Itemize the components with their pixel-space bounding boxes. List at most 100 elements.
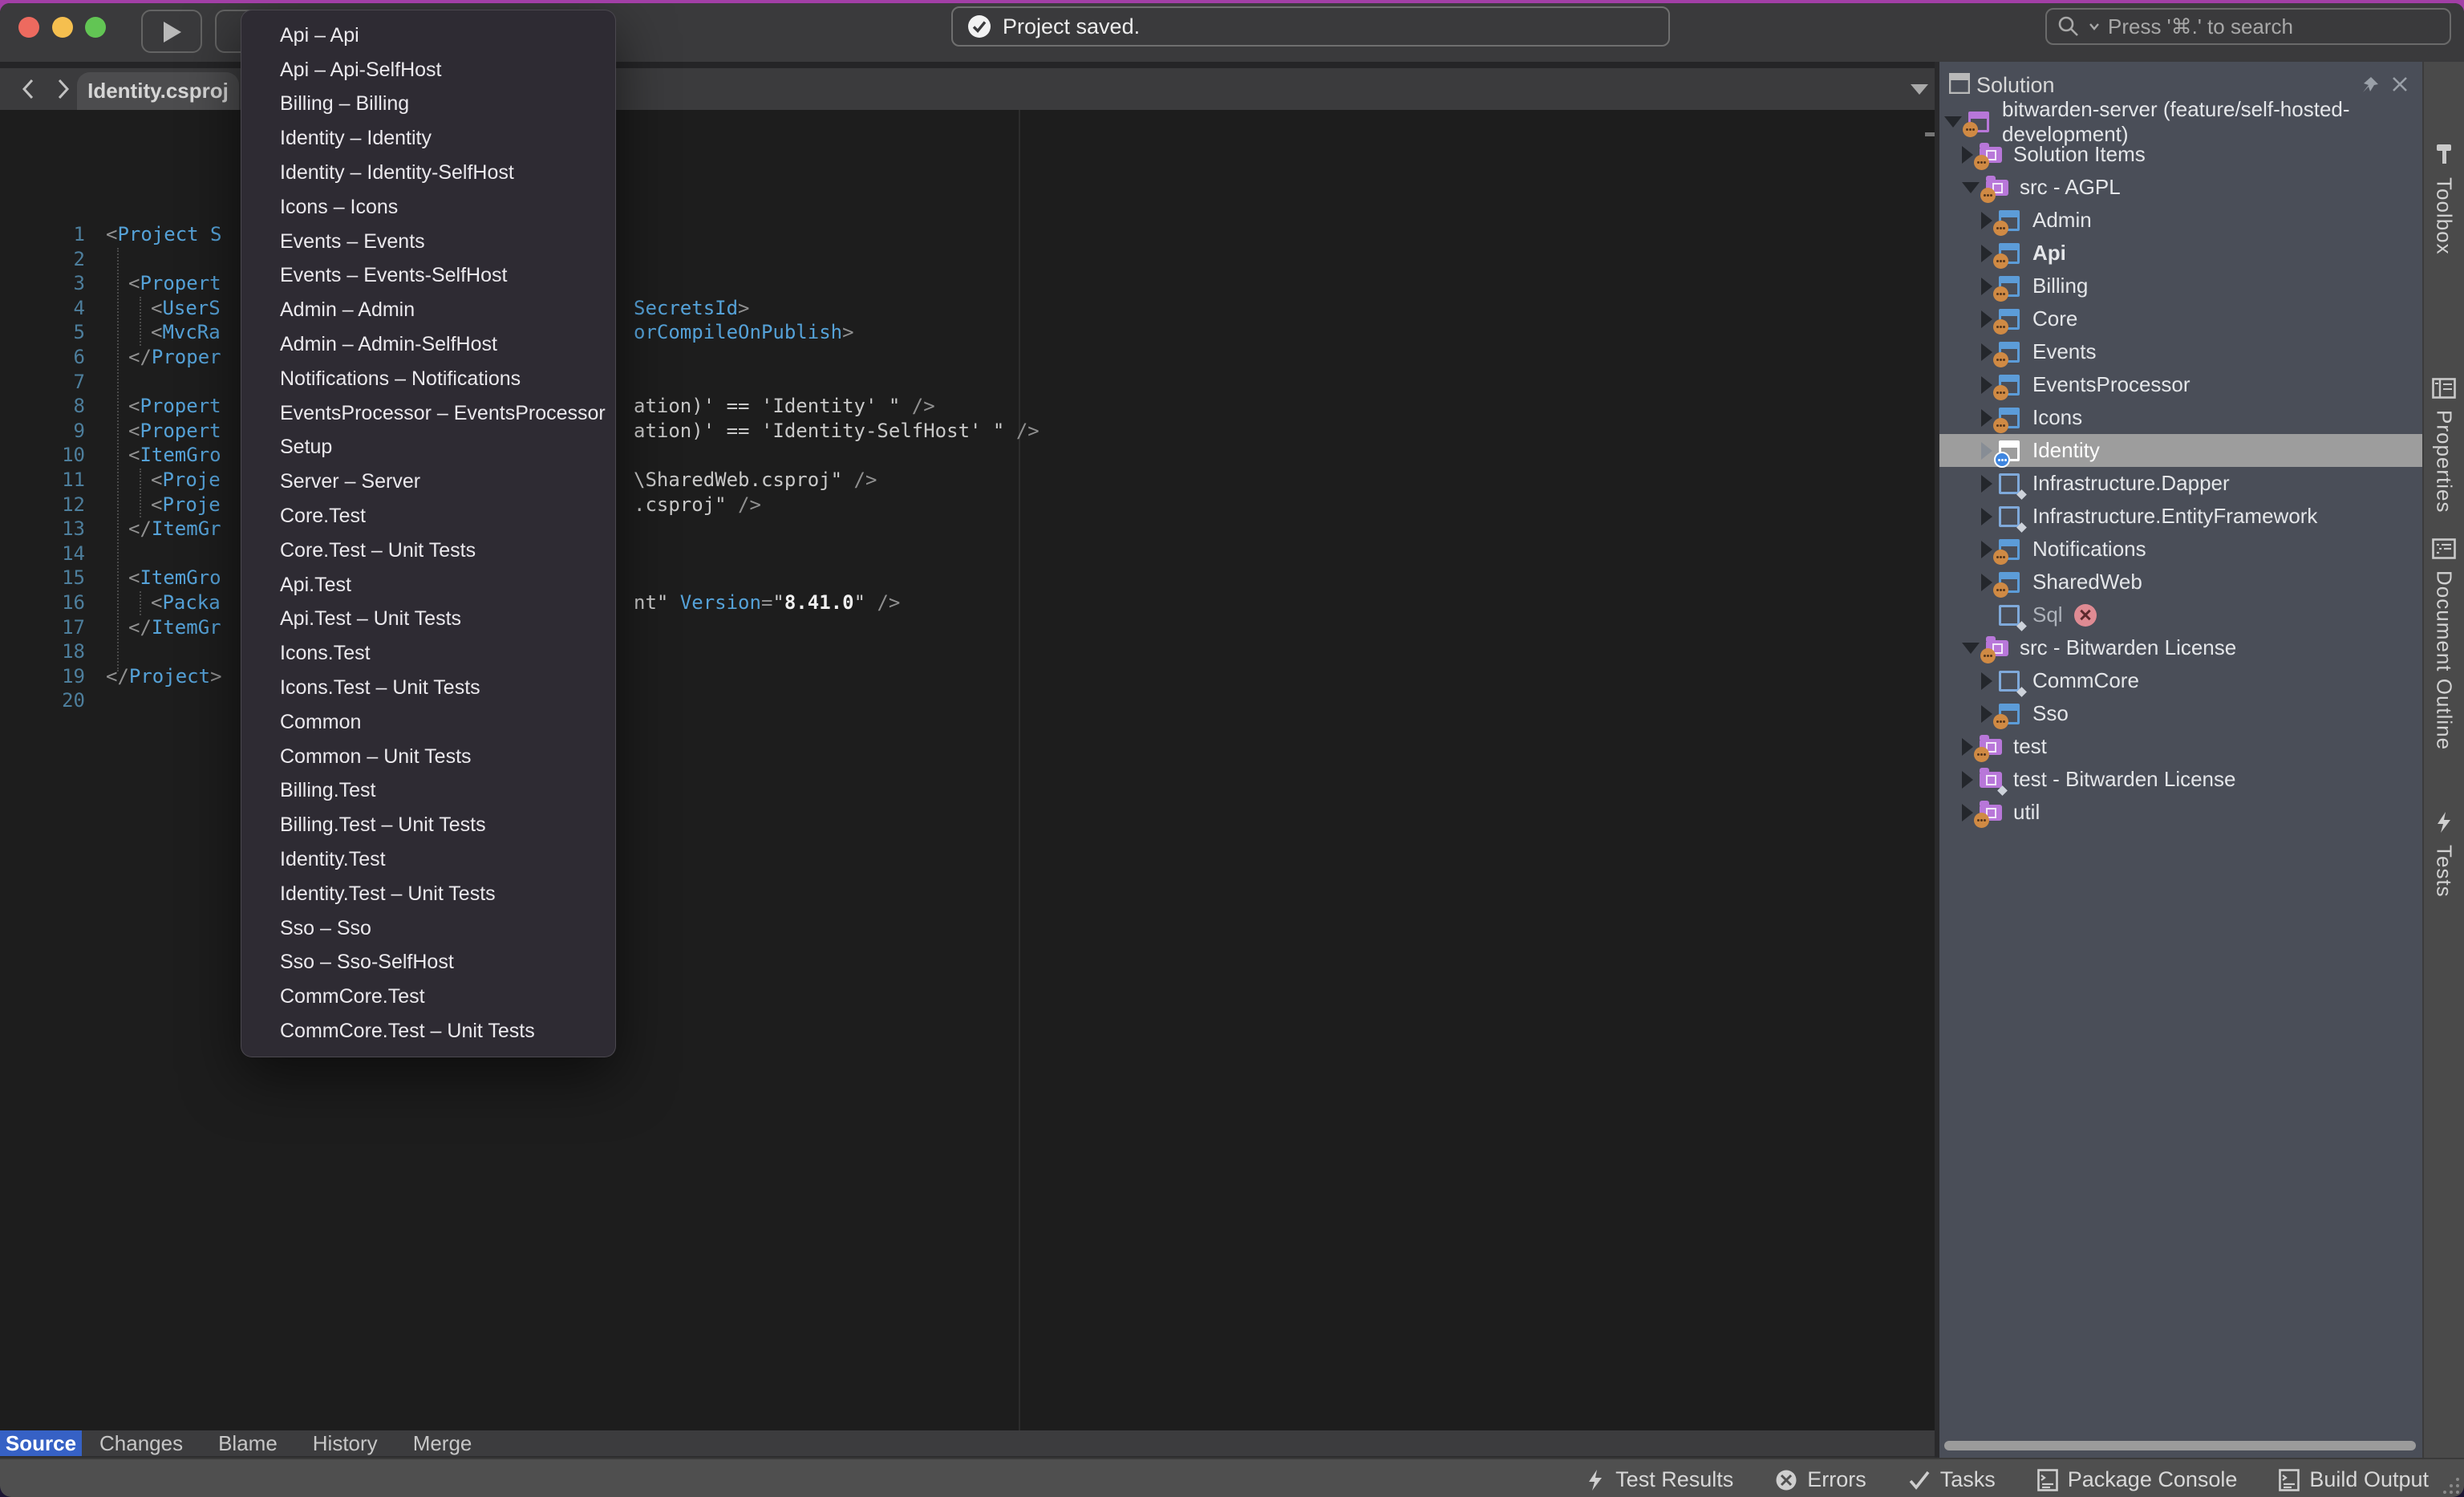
- solution-tree-item[interactable]: src - Bitwarden License: [1939, 631, 2422, 664]
- pad-horizontal-scrollbar[interactable]: [1944, 1441, 2416, 1450]
- solution-tree-item[interactable]: Identity: [1939, 434, 2422, 467]
- minimize-window-button[interactable]: [52, 17, 73, 38]
- config-menu-item[interactable]: EventsProcessor – EventsProcessor: [241, 396, 615, 431]
- config-menu-item[interactable]: Admin – Admin-SelfHost: [241, 327, 615, 362]
- solution-tree-item[interactable]: SharedWeb: [1939, 566, 2422, 598]
- run-button[interactable]: [141, 10, 202, 53]
- solution-tree-item[interactable]: test: [1939, 730, 2422, 763]
- git-tab-blame[interactable]: Blame: [201, 1430, 295, 1456]
- config-menu-item[interactable]: Admin – Admin: [241, 293, 615, 327]
- config-menu-item[interactable]: Billing – Billing: [241, 87, 615, 122]
- solution-tree-item[interactable]: Admin: [1939, 204, 2422, 237]
- search-input[interactable]: Press '⌘.' to search: [2045, 8, 2451, 45]
- solution-tree-item[interactable]: Notifications: [1939, 533, 2422, 566]
- resize-grip[interactable]: [2442, 1476, 2459, 1494]
- config-menu-item[interactable]: Icons – Icons: [241, 190, 615, 225]
- git-tab-merge[interactable]: Merge: [395, 1430, 490, 1456]
- expander-closed-icon[interactable]: [1981, 442, 1992, 460]
- navigate-back-button[interactable]: [18, 75, 38, 103]
- config-menu-item[interactable]: Api – Api: [241, 18, 615, 53]
- config-menu-item[interactable]: Identity – Identity-SelfHost: [241, 156, 615, 190]
- config-menu-item[interactable]: Identity.Test – Unit Tests: [241, 877, 615, 911]
- git-tab-history[interactable]: History: [295, 1430, 395, 1456]
- config-menu-item[interactable]: Api.Test – Unit Tests: [241, 602, 615, 637]
- close-pad-icon[interactable]: [2390, 75, 2409, 94]
- expander-open-icon[interactable]: [1962, 643, 1980, 654]
- expander-closed-icon[interactable]: [1962, 804, 1973, 822]
- expander-closed-icon[interactable]: [1981, 310, 1992, 328]
- expander-closed-icon[interactable]: [1981, 409, 1992, 427]
- solution-tree-item[interactable]: Api: [1939, 237, 2422, 270]
- pad-tab-toolbox[interactable]: Toolbox: [2424, 142, 2464, 255]
- solution-tree-item[interactable]: bitwarden-server (feature/self-hosted-de…: [1939, 105, 2422, 138]
- solution-tree-item[interactable]: Core: [1939, 302, 2422, 335]
- expander-open-icon[interactable]: [1944, 116, 1962, 128]
- zoom-window-button[interactable]: [85, 17, 106, 38]
- config-menu-item[interactable]: CommCore.Test – Unit Tests: [241, 1014, 615, 1049]
- expander-closed-icon[interactable]: [1962, 771, 1973, 789]
- pin-pad-icon[interactable]: [2360, 75, 2381, 95]
- expander-closed-icon[interactable]: [1981, 245, 1992, 262]
- config-menu-item[interactable]: Core.Test: [241, 499, 615, 533]
- tab-list-dropdown-icon[interactable]: [1911, 84, 1928, 95]
- expander-closed-icon[interactable]: [1962, 146, 1973, 164]
- close-window-button[interactable]: [18, 17, 39, 38]
- solution-tree-item[interactable]: Infrastructure.EntityFramework: [1939, 500, 2422, 533]
- statusbar-test-results-button[interactable]: Test Results: [1585, 1467, 1733, 1492]
- solution-tree-item[interactable]: Sql: [1939, 598, 2422, 631]
- statusbar-package-console-button[interactable]: Package Console: [2037, 1467, 2238, 1492]
- git-tab-changes[interactable]: Changes: [82, 1430, 201, 1456]
- solution-tree-item[interactable]: EventsProcessor: [1939, 368, 2422, 401]
- statusbar-errors-button[interactable]: Errors: [1775, 1467, 1866, 1492]
- solution-tree-item[interactable]: Icons: [1939, 401, 2422, 434]
- config-menu-item[interactable]: Icons.Test – Unit Tests: [241, 671, 615, 705]
- pad-tab-document-outline[interactable]: Document Outline: [2424, 538, 2464, 750]
- expander-closed-icon[interactable]: [1981, 376, 1992, 394]
- expander-closed-icon[interactable]: [1962, 738, 1973, 756]
- expander-closed-icon[interactable]: [1981, 705, 1992, 723]
- config-menu-item[interactable]: Events – Events: [241, 225, 615, 259]
- config-menu-item[interactable]: Sso – Sso-SelfHost: [241, 946, 615, 980]
- config-menu-item[interactable]: Billing.Test: [241, 774, 615, 809]
- expander-closed-icon[interactable]: [1981, 672, 1992, 690]
- config-menu-item[interactable]: CommCore.Test: [241, 980, 615, 1014]
- solution-tree-item[interactable]: Sso: [1939, 697, 2422, 730]
- navigate-forward-button[interactable]: [53, 75, 74, 103]
- pad-tab-tests[interactable]: Tests: [2424, 811, 2464, 898]
- config-menu-item[interactable]: Common: [241, 705, 615, 740]
- expander-closed-icon[interactable]: [1981, 574, 1992, 591]
- expander-closed-icon[interactable]: [1981, 541, 1992, 558]
- tab-identity-csproj[interactable]: Identity.csproj: [77, 72, 239, 110]
- solution-tree-item[interactable]: Infrastructure.Dapper: [1939, 467, 2422, 500]
- config-menu-item[interactable]: Core.Test – Unit Tests: [241, 533, 615, 568]
- solution-tree-item[interactable]: test - Bitwarden License: [1939, 763, 2422, 796]
- solution-tree-item[interactable]: util: [1939, 796, 2422, 829]
- config-menu-item[interactable]: Icons.Test: [241, 636, 615, 671]
- expander-open-icon[interactable]: [1962, 182, 1980, 193]
- expander-closed-icon[interactable]: [1981, 212, 1992, 229]
- config-menu-item[interactable]: Billing.Test – Unit Tests: [241, 808, 615, 842]
- config-menu-item[interactable]: Events – Events-SelfHost: [241, 259, 615, 294]
- pad-tab-properties[interactable]: Properties: [2424, 378, 2464, 513]
- git-tab-source[interactable]: Source: [0, 1430, 82, 1456]
- statusbar-build-output-button[interactable]: Build Output: [2279, 1467, 2429, 1492]
- solution-tree-item[interactable]: src - AGPL: [1939, 171, 2422, 204]
- config-menu-item[interactable]: Identity – Identity: [241, 121, 615, 156]
- solution-tree-item[interactable]: Solution Items: [1939, 138, 2422, 171]
- config-menu-item[interactable]: Server – Server: [241, 465, 615, 499]
- config-menu-item[interactable]: Identity.Test: [241, 842, 615, 877]
- statusbar-tasks-button[interactable]: Tasks: [1908, 1467, 1996, 1492]
- config-menu-item[interactable]: Common – Unit Tests: [241, 740, 615, 774]
- expander-closed-icon[interactable]: [1981, 278, 1992, 295]
- expander-closed-icon[interactable]: [1981, 343, 1992, 361]
- expander-closed-icon[interactable]: [1981, 508, 1992, 525]
- config-menu-item[interactable]: Api.Test: [241, 568, 615, 602]
- solution-tree-item[interactable]: Events: [1939, 335, 2422, 368]
- config-menu-item[interactable]: Api – Api-SelfHost: [241, 53, 615, 87]
- expander-closed-icon[interactable]: [1981, 475, 1992, 493]
- solution-tree-item[interactable]: Billing: [1939, 270, 2422, 302]
- config-menu-item[interactable]: Sso – Sso: [241, 911, 615, 946]
- config-menu-item[interactable]: Notifications – Notifications: [241, 362, 615, 396]
- config-menu-item[interactable]: Setup: [241, 431, 615, 465]
- solution-tree-item[interactable]: CommCore: [1939, 664, 2422, 697]
